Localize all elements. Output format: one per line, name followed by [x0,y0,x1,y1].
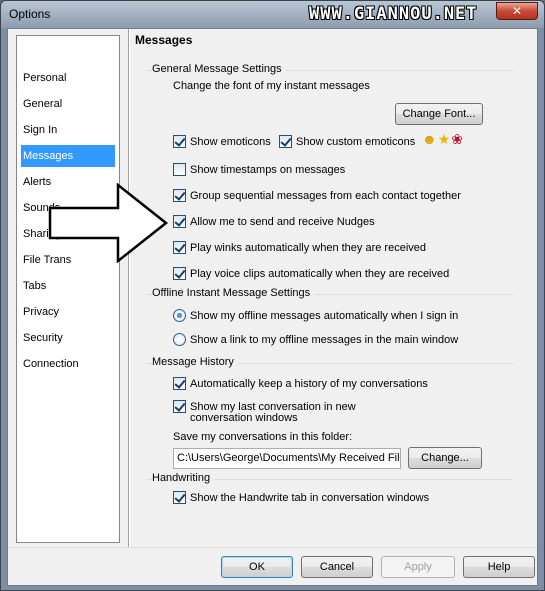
category-list[interactable]: Personal General Sign In Messages Alerts… [16,35,120,543]
change-folder-button[interactable]: Change... [408,447,482,469]
apply-button[interactable]: Apply [381,556,455,578]
offline-link-radio[interactable] [173,333,186,346]
offline-link-label: Show a link to my offline messages in th… [190,333,459,346]
show-handwrite-tab-option[interactable]: Show the Handwrite tab in conversation w… [173,490,429,505]
nav-item-general[interactable]: General [21,93,115,115]
show-custom-emoticons-checkbox[interactable] [279,135,292,148]
play-winks-label: Play winks automatically when they are r… [190,241,427,254]
keep-history-checkbox[interactable] [173,377,186,390]
nav-item-privacy[interactable]: Privacy [21,301,115,323]
window-title: Options [9,7,51,21]
group-label-offline: Offline Instant Message Settings [152,287,315,299]
save-folder-label: Save my conversations in this folder: [173,431,353,443]
allow-nudges-label: Allow me to send and receive Nudges [190,215,375,228]
smiley-icon: ☻ [422,131,437,147]
show-timestamps-checkbox[interactable] [173,163,186,176]
play-winks-checkbox[interactable] [173,241,186,254]
section-title: Messages [135,33,193,47]
show-last-conversation-checkbox[interactable] [173,400,186,413]
help-button[interactable]: Help [463,556,535,578]
title-bar[interactable]: Options WWW.GIANNOU.NET ✕ [1,1,544,28]
footer-divider [8,547,537,548]
show-last-conversation-label-line2: conversation windows [190,412,298,424]
star-icon: ★ [437,131,451,147]
allow-nudges-checkbox[interactable] [173,215,186,228]
options-window: Options WWW.GIANNOU.NET ✕ Personal Gener… [0,0,545,591]
show-timestamps-option[interactable]: Show timestamps on messages [173,162,345,177]
group-label-handwriting: Handwriting [152,472,215,484]
folder-path-field[interactable]: C:\Users\George\Documents\My Received Fi… [173,448,401,469]
show-handwrite-tab-label: Show the Handwrite tab in conversation w… [190,491,430,504]
show-timestamps-label: Show timestamps on messages [190,163,346,176]
emoticon-preview: ☻ ★ ❀ [422,131,463,147]
close-icon: ✕ [511,4,523,18]
nav-item-sign-in[interactable]: Sign In [21,119,115,141]
play-voice-clips-checkbox[interactable] [173,267,186,280]
show-handwrite-tab-checkbox[interactable] [173,491,186,504]
nav-item-tabs[interactable]: Tabs [21,275,115,297]
font-description: Change the font of my instant messages [173,80,370,92]
show-custom-emoticons-label: Show custom emoticons [296,135,416,148]
show-last-conversation-label: Show my last conversation in new [190,400,356,413]
show-custom-emoticons-option[interactable]: Show custom emoticons [279,134,415,149]
rose-icon: ❀ [451,131,464,147]
offline-auto-radio[interactable] [173,309,186,322]
close-button[interactable]: ✕ [496,2,538,20]
nav-item-connection[interactable]: Connection [21,353,115,375]
keep-history-option[interactable]: Automatically keep a history of my conve… [173,376,428,391]
group-label-history: Message History [152,356,238,368]
play-winks-option[interactable]: Play winks automatically when they are r… [173,240,426,255]
play-voice-clips-option[interactable]: Play voice clips automatically when they… [173,266,449,281]
group-label-general: General Message Settings [152,63,286,75]
nav-item-security[interactable]: Security [21,327,115,349]
group-sequential-option[interactable]: Group sequential messages from each cont… [173,188,461,203]
ok-button[interactable]: OK [221,556,293,578]
nav-item-personal[interactable]: Personal [21,67,115,89]
allow-nudges-option[interactable]: Allow me to send and receive Nudges [173,214,375,229]
show-emoticons-checkbox[interactable] [173,135,186,148]
offline-auto-option[interactable]: Show my offline messages automatically w… [173,308,458,323]
annotation-arrow-icon [48,183,169,263]
offline-auto-label: Show my offline messages automatically w… [190,309,459,322]
nav-item-messages[interactable]: Messages [21,145,115,167]
keep-history-label: Automatically keep a history of my conve… [190,377,428,390]
offline-link-option[interactable]: Show a link to my offline messages in th… [173,332,458,347]
group-sequential-checkbox[interactable] [173,189,186,202]
change-font-button[interactable]: Change Font... [395,103,483,125]
cancel-button[interactable]: Cancel [301,556,373,578]
show-emoticons-option[interactable]: Show emoticons [173,134,271,149]
watermark-text: WWW.GIANNOU.NET [309,4,478,24]
group-sequential-label: Group sequential messages from each cont… [190,189,461,202]
show-emoticons-label: Show emoticons [190,135,271,148]
panel-divider [128,29,130,547]
play-voice-clips-label: Play voice clips automatically when they… [190,267,450,280]
dialog-client: Personal General Sign In Messages Alerts… [7,28,538,586]
